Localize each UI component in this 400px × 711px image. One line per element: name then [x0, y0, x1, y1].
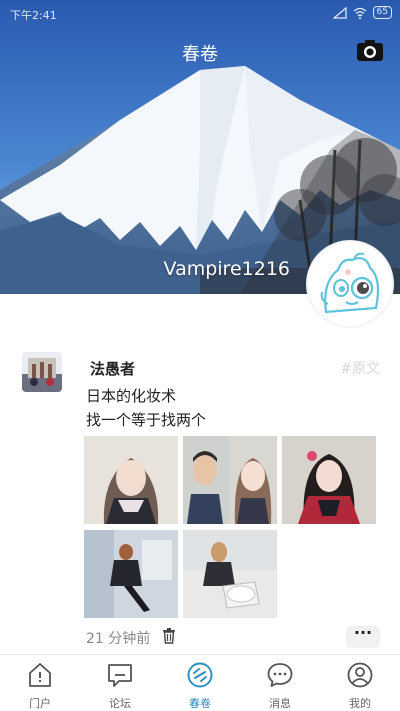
- camera-icon[interactable]: [356, 38, 384, 62]
- post-text-line: 日本的化妆术: [86, 387, 177, 405]
- page-title: 春卷: [182, 44, 218, 65]
- cover-username: Vampire1216: [163, 258, 290, 280]
- message-icon: [267, 663, 293, 687]
- tab-chunjuan[interactable]: 春卷: [160, 655, 240, 711]
- chunjuan-icon: [187, 662, 213, 688]
- post-text: 日本的化妆术 找一个等于找两个: [86, 384, 206, 432]
- post-photo-3[interactable]: [282, 436, 376, 524]
- tab-messages[interactable]: 消息: [240, 655, 320, 711]
- post-timestamp: 21 分钟前: [86, 631, 151, 647]
- tab-forum[interactable]: 论坛: [80, 655, 160, 711]
- status-bar: 下午2:41 65: [0, 0, 400, 28]
- portal-icon: [29, 663, 51, 687]
- tab-label: 论坛: [109, 697, 131, 710]
- tab-profile[interactable]: 我的: [320, 655, 400, 711]
- tab-label: 消息: [269, 697, 291, 710]
- avatar[interactable]: [306, 240, 394, 328]
- tab-label: 门户: [29, 697, 51, 710]
- more-button[interactable]: ···: [346, 625, 380, 648]
- post-photo-1[interactable]: [84, 436, 178, 524]
- post-photo-4[interactable]: [84, 530, 178, 618]
- tab-label: 春卷: [189, 697, 211, 710]
- status-time: 下午2:41: [10, 9, 57, 22]
- forum-icon: [108, 664, 132, 687]
- wifi-icon: [353, 7, 366, 19]
- author-avatar-image: [22, 352, 62, 392]
- post-author-name[interactable]: 法愚者: [90, 358, 135, 379]
- bottom-tab-bar: 门户 论坛 春卷 消息 我的: [0, 654, 400, 711]
- cartoon-avatar-icon: [308, 242, 392, 326]
- post-photo-5[interactable]: [183, 530, 277, 618]
- battery-level: 65: [372, 6, 392, 19]
- screen: 下午2:41 65 春卷 Vampire1216 法愚者 #原文 日本的化妆术 …: [0, 0, 400, 711]
- original-tag[interactable]: #原文: [340, 358, 380, 378]
- post-author-avatar[interactable]: [22, 352, 62, 392]
- tab-label: 我的: [349, 697, 371, 710]
- trash-icon[interactable]: [162, 628, 176, 644]
- post-text-line: 找一个等于找两个: [86, 411, 207, 429]
- signal-icon: [332, 6, 347, 19]
- post-photo-2[interactable]: [183, 436, 277, 524]
- profile-icon: [347, 662, 373, 688]
- tab-portal[interactable]: 门户: [0, 655, 80, 711]
